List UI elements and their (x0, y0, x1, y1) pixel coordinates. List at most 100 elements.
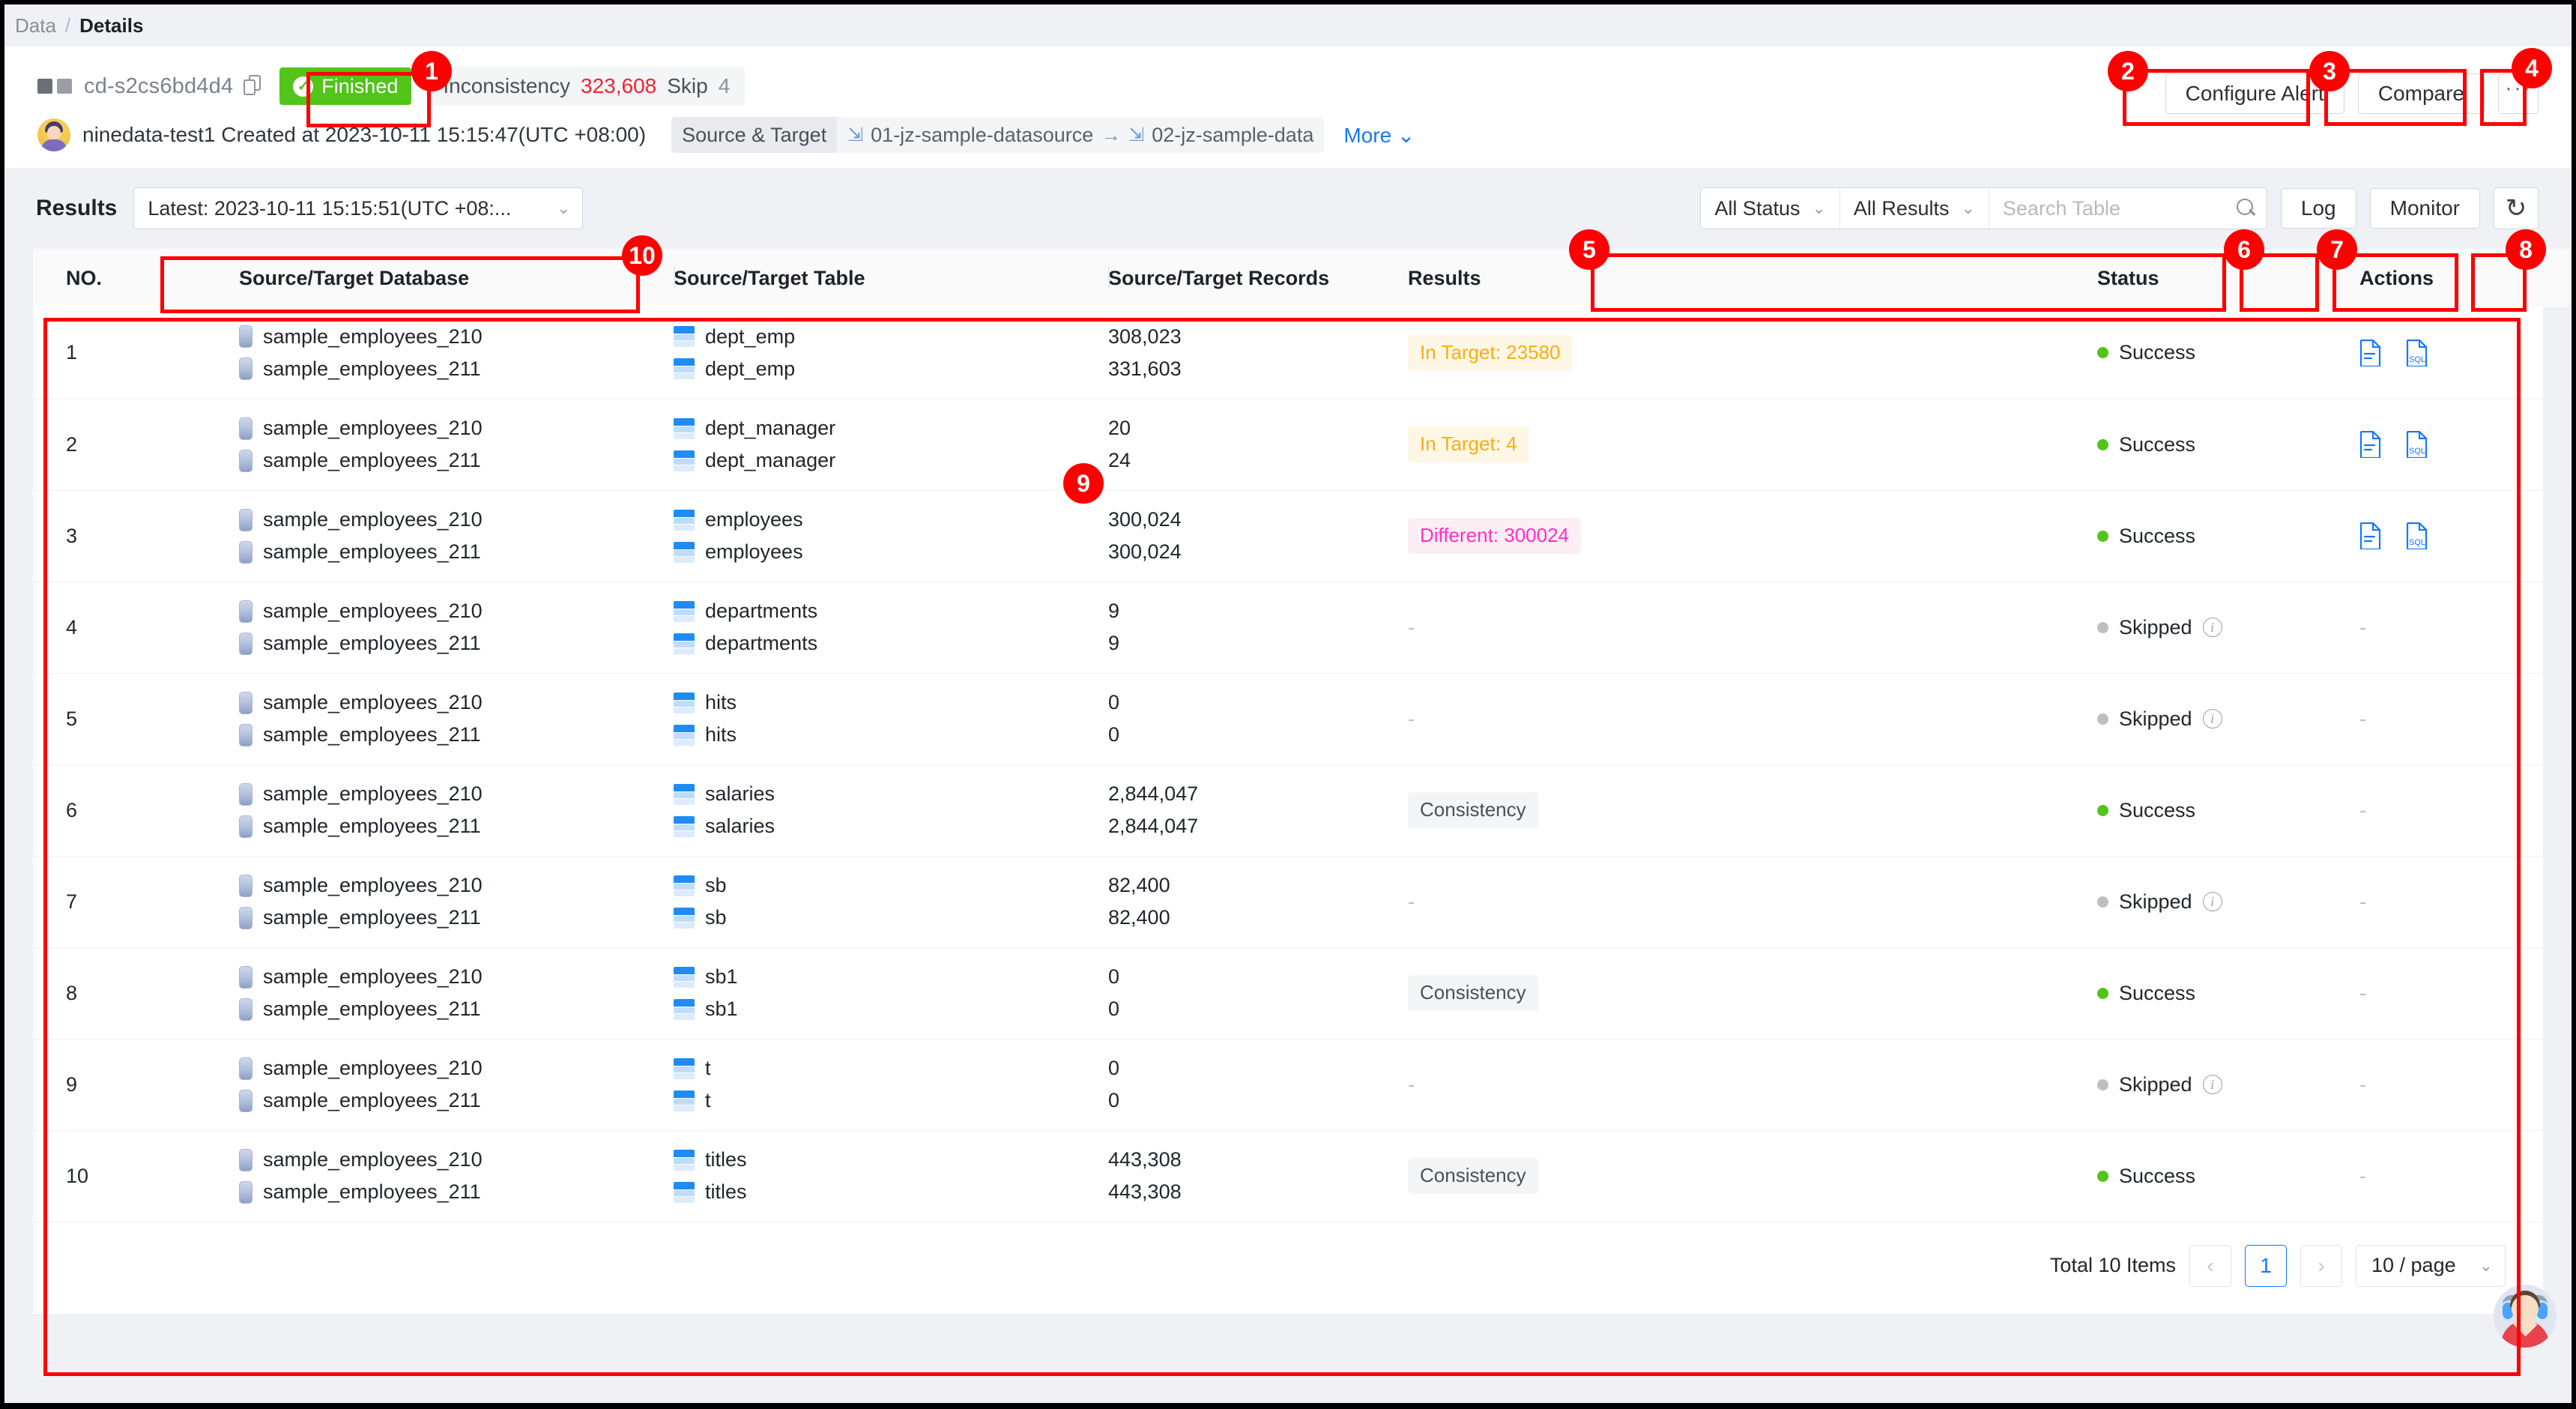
table-icon (674, 633, 695, 654)
table-row[interactable]: 1 sample_employees_210 sample_employees_21… (33, 307, 2569, 399)
table-icon (674, 417, 695, 439)
app-page: Data / Details cd-s2cs6bd4d4 ✓ Finished … (4, 4, 2572, 1403)
prev-page-button[interactable]: ‹ (2189, 1244, 2231, 1287)
source-database: sample_employees_210 (263, 1148, 483, 1171)
cell-status: Success (2097, 764, 2359, 857)
breadcrumb-root[interactable]: Data (15, 14, 56, 37)
target-records: 82,400 (1108, 906, 1170, 929)
database-icon (239, 815, 253, 838)
status-dot (2097, 347, 2108, 359)
filter-group: All Status ⌄ All Results ⌄ Search Table (1700, 187, 2267, 229)
info-icon[interactable]: i (2202, 709, 2222, 728)
cell-no: 1 (33, 307, 239, 399)
table-row[interactable]: 4 sample_employees_210 sample_employees_21… (33, 582, 2569, 674)
database-icon (239, 965, 253, 989)
page-size-value: 10 / page (2371, 1254, 2456, 1276)
database-icon (239, 906, 253, 929)
table-row[interactable]: 5 sample_employees_210 sample_employees_21… (33, 673, 2569, 765)
col-database: Source/Target Database (239, 249, 674, 307)
status-badge-label: Finished (321, 74, 399, 97)
target-database: sample_employees_211 (263, 723, 481, 746)
table-row[interactable]: 6 sample_employees_210 sample_employees_21… (33, 764, 2569, 857)
view-report-icon[interactable] (2359, 522, 2382, 549)
status-dot (2097, 896, 2108, 908)
view-sql-icon[interactable]: SQL (2406, 431, 2428, 458)
cell-records: 2,844,047 2,844,047 (1108, 764, 1408, 857)
skip-label: Skip (667, 74, 708, 97)
page-1-button[interactable]: 1 (2245, 1244, 2287, 1287)
search-icon[interactable] (2236, 199, 2256, 218)
source-database: sample_employees_210 (263, 874, 483, 896)
source-table: dept_manager (705, 417, 836, 439)
search-table-input[interactable]: Search Table (1989, 188, 2267, 229)
monitor-button[interactable]: Monitor (2369, 188, 2480, 229)
target-records: 331,603 (1108, 357, 1182, 380)
cell-actions: - (2359, 1130, 2569, 1222)
status-text: Success (2119, 524, 2196, 547)
more-link[interactable]: More ⌄ (1343, 123, 1415, 148)
creator-and-timestamp: ninedata-test1 Created at 2023-10-11 15:… (82, 123, 647, 146)
source-database: sample_employees_210 (263, 508, 483, 531)
table-row[interactable]: 2 sample_employees_210 sample_employees_21… (33, 399, 2569, 491)
table-icon (674, 450, 695, 471)
copy-icon[interactable] (244, 75, 263, 97)
view-sql-icon[interactable]: SQL (2406, 339, 2428, 366)
cell-status: Skipped i (2097, 673, 2359, 765)
log-button[interactable]: Log (2280, 188, 2356, 229)
status-text: Skipped (2119, 1072, 2192, 1096)
target-records: 2,844,047 (1108, 815, 1199, 837)
cell-results: - (1408, 582, 2097, 674)
info-icon[interactable]: i (2202, 618, 2222, 637)
source-table: sb1 (705, 965, 738, 988)
next-page-button[interactable]: › (2300, 1244, 2342, 1287)
status-filter-select[interactable]: All Status ⌄ (1701, 188, 1840, 229)
view-report-icon[interactable] (2359, 339, 2382, 366)
table-row[interactable]: 7 sample_employees_210 sample_employees_21… (33, 856, 2569, 948)
page-size-select[interactable]: 10 / page ⌄ (2356, 1244, 2506, 1287)
view-report-icon[interactable] (2359, 431, 2382, 458)
support-avatar-icon[interactable] (2494, 1285, 2557, 1348)
cell-no: 8 (33, 947, 239, 1040)
cell-database: sample_employees_210 sample_employees_211 (239, 856, 674, 948)
compare-button[interactable]: Compare (2357, 73, 2485, 114)
target-database: sample_employees_211 (263, 357, 481, 380)
configure-alert-button[interactable]: Configure Alert (2165, 73, 2344, 114)
cell-table: sb1 sb1 (674, 947, 1108, 1040)
view-sql-icon[interactable]: SQL (2406, 522, 2428, 549)
source-database: sample_employees_210 (263, 782, 483, 805)
target-database: sample_employees_211 (263, 1180, 481, 1203)
cell-results: Different: 300024 (1408, 490, 2097, 582)
table-row[interactable]: 8 sample_employees_210 sample_employees_21… (33, 947, 2569, 1040)
cell-status: Success (2097, 490, 2359, 582)
cell-records: 00 (1108, 1039, 1408, 1131)
row-actions-empty: - (2359, 707, 2366, 730)
cell-table: employees employees (674, 490, 1108, 582)
refresh-button[interactable]: ↻ (2494, 187, 2539, 229)
info-icon[interactable]: i (2202, 892, 2222, 911)
col-results: Results (1408, 249, 2097, 307)
target-table: t (705, 1089, 711, 1111)
results-toolbar-right: All Status ⌄ All Results ⌄ Search Table … (1700, 187, 2539, 229)
source-table: departments (705, 600, 818, 622)
result-badge: In Target: 4 (1408, 426, 1529, 462)
source-records: 9 (1108, 600, 1120, 622)
job-id: cd-s2cs6bd4d4 (84, 73, 234, 98)
search-placeholder: Search Table (2002, 196, 2121, 220)
source-database: sample_employees_210 (263, 1057, 483, 1079)
status-text: Skipped (2119, 615, 2192, 639)
database-icon (239, 691, 253, 714)
table-row[interactable]: 9 sample_employees_210 sample_employees_21… (33, 1039, 2569, 1131)
more-actions-icon[interactable]: ··· (2498, 73, 2539, 114)
results-filter-select[interactable]: All Results ⌄ (1840, 188, 1989, 229)
col-actions: Actions (2359, 249, 2569, 307)
source-table: t (705, 1057, 711, 1079)
table-icon (674, 875, 695, 896)
latest-run-select[interactable]: Latest: 2023-10-11 15:15:51(UTC +08:... … (133, 187, 584, 229)
row-actions-empty: - (2359, 890, 2366, 913)
source-database: sample_employees_210 (263, 417, 483, 439)
table-row[interactable]: 10 sample_employees_210 sample_employees_2… (33, 1130, 2569, 1222)
source-target-label: Source & Target (671, 117, 838, 153)
table-header-row: NO. Source/Target Database Source/Target… (33, 249, 2569, 307)
info-icon[interactable]: i (2202, 1075, 2222, 1094)
table-row[interactable]: 3 sample_employees_210 sample_employees_21… (33, 490, 2569, 582)
